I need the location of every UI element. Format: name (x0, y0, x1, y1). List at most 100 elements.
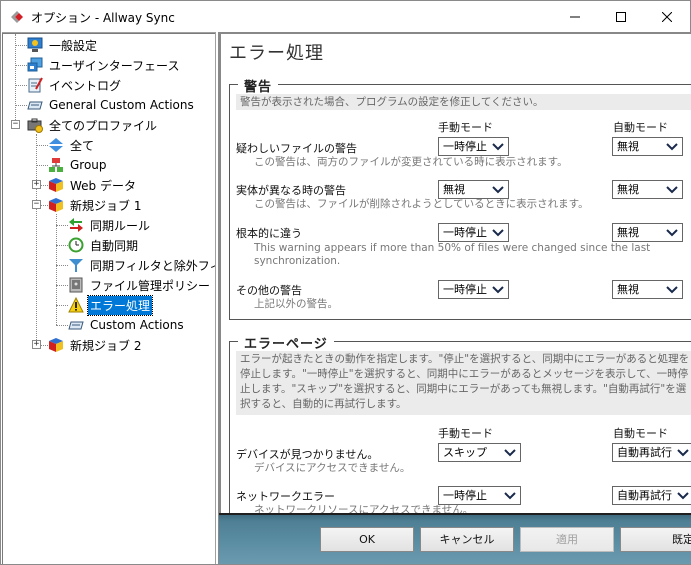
tree-item-sync-rules[interactable]: 同期ルール (68, 215, 152, 235)
suspicious-auto-dropdown[interactable]: 無視 (612, 137, 683, 156)
network-manual-dropdown[interactable]: 一時停止 (438, 486, 521, 505)
tree-item-all[interactable]: 全て (48, 135, 96, 155)
device-manual-dropdown[interactable]: スキップ (438, 443, 521, 462)
error-label-device-not-found: デバイスが見つかりません。 (236, 448, 379, 461)
settings-tree[interactable]: − + − + 一般設定 ユーザインターフェース イベントログ General … (2, 32, 216, 564)
dropdown-value: 一時停止 (443, 226, 487, 239)
tree-connector (36, 165, 48, 166)
tree-item-sync-filters[interactable]: 同期フィルタと除外フィルタ (68, 255, 215, 275)
allway-sync-logo-icon (9, 9, 25, 25)
safe-icon (68, 277, 84, 293)
warnings-group: 警告 警告が表示された場合、プログラムの設定を修正してください。 手動モード 自… (229, 76, 691, 320)
other-manual-dropdown[interactable]: 一時停止 (438, 280, 509, 299)
maximize-button[interactable] (598, 1, 644, 32)
close-button[interactable] (644, 1, 690, 32)
chevron-down-icon (492, 186, 504, 194)
cancel-button[interactable]: キャンセル (420, 527, 514, 552)
collapse-job1-toggle[interactable]: − (32, 200, 41, 209)
tree-item-new-job-1[interactable]: 新規ジョブ 1 (48, 195, 143, 215)
collapse-all-profiles-toggle[interactable]: − (11, 120, 20, 129)
tree-item-label: 全て (70, 138, 95, 153)
dialog-button-bar: OK キャンセル 適用 既定値 (219, 513, 691, 564)
page-title: エラー処理 (229, 43, 324, 64)
tree-item-file-management-policy[interactable]: ファイル管理ポリシー (68, 275, 212, 295)
error-sub-device-not-found: デバイスにアクセスできません。 (254, 462, 411, 474)
dropdown-value: 無視 (617, 283, 639, 296)
chevron-down-icon (666, 186, 678, 194)
errors-description: エラーが起きたときの動作を指定します。"停止"を選択すると、同期中にエラーがある… (236, 351, 691, 415)
tree-connector (56, 245, 68, 246)
chevron-down-icon (492, 143, 504, 151)
warning-sub-fundamental: This warning appears if more than 50% of… (254, 242, 651, 267)
warning-label-other: その他の警告 (236, 284, 302, 297)
expand-web-data-toggle[interactable]: + (32, 180, 41, 189)
title-bar: オプション - Allway Sync (1, 1, 690, 32)
tree-item-web-data[interactable]: Web データ (48, 175, 138, 195)
tree-item-custom-actions[interactable]: Custom Actions (68, 315, 186, 335)
chevron-down-icon (666, 229, 678, 237)
tree-item-error-handling[interactable]: エラー処理 (68, 294, 154, 316)
cube-icon (48, 177, 64, 193)
tree-item-general-custom-actions[interactable]: General Custom Actions (27, 95, 196, 115)
tree-connector (41, 185, 48, 186)
tree-item-all-profiles[interactable]: 全てのプロファイル (27, 115, 159, 135)
tree-item-label: イベントログ (49, 78, 122, 93)
tree-item-label: Custom Actions (90, 318, 184, 332)
dropdown-value: 一時停止 (443, 140, 487, 153)
minimize-button[interactable] (552, 1, 598, 32)
manual-mode-header: 手動モード (438, 121, 493, 134)
expand-job2-toggle[interactable]: + (32, 340, 41, 349)
tree-item-auto-sync[interactable]: 自動同期 (68, 235, 140, 255)
tree-item-event-log[interactable]: イベントログ (27, 75, 123, 95)
apply-button[interactable]: 適用 (520, 527, 614, 552)
other-auto-dropdown[interactable]: 無視 (612, 280, 683, 299)
chevron-down-icon (492, 286, 504, 294)
network-auto-dropdown[interactable]: 自動再試行 (612, 486, 691, 505)
tree-item-label: 同期ルール (90, 218, 151, 233)
tree-item-new-job-2[interactable]: 新規ジョブ 2 (48, 335, 143, 355)
log-book-icon (27, 77, 43, 93)
error-handling-page[interactable]: エラー処理 警告 警告が表示された場合、プログラムの設定を修正してください。 手… (219, 32, 691, 541)
different-manual-dropdown[interactable]: 無視 (438, 180, 509, 199)
warnings-legend: 警告 (238, 76, 279, 95)
errors-group: エラーページ エラーが起きたときの動作を指定します。"停止"を選択すると、同期中… (229, 333, 691, 541)
chevron-down-icon (666, 286, 678, 294)
tree-item-user-interface[interactable]: ユーザインターフェース (27, 55, 181, 75)
warning-icon (68, 296, 84, 313)
warning-sub-other: 上記以外の警告。 (254, 298, 338, 310)
tree-connector (56, 225, 68, 226)
tree-connector (36, 145, 48, 146)
cube-icon (48, 197, 64, 213)
ok-button[interactable]: OK (320, 527, 414, 552)
warning-label-fundamental: 根本的に違う (236, 227, 302, 240)
tree-item-label: 新規ジョブ 2 (70, 338, 142, 353)
tree-item-general-settings[interactable]: 一般設定 (27, 35, 99, 55)
tree-connector (15, 105, 27, 106)
tree-item-label: General Custom Actions (49, 98, 194, 112)
tree-connector (15, 34, 16, 122)
group-hierarchy-icon (48, 157, 64, 173)
tree-item-label: Web データ (70, 178, 136, 193)
different-auto-dropdown[interactable]: 無視 (612, 180, 683, 199)
tree-item-label: 全てのプロファイル (49, 118, 158, 133)
fundamental-manual-dropdown[interactable]: 一時停止 (438, 223, 509, 242)
error-label-network: ネットワークエラー (236, 490, 335, 503)
tree-item-label: 同期フィルタと除外フィルタ (90, 258, 215, 273)
defaults-button[interactable]: 既定値 (620, 527, 691, 552)
settings-panel: エラー処理 警告 警告が表示された場合、プログラムの設定を修正してください。 手… (218, 32, 691, 564)
dropdown-value: 無視 (617, 226, 639, 239)
up-down-arrows-icon (48, 137, 64, 153)
dropdown-value: 一時停止 (443, 283, 487, 296)
filter-funnel-icon (68, 257, 84, 273)
tree-connector (56, 305, 68, 306)
chevron-down-icon (504, 492, 516, 500)
tree-connector (41, 205, 48, 206)
dropdown-value: 無視 (443, 183, 465, 196)
fundamental-auto-dropdown[interactable]: 無視 (612, 223, 683, 242)
suspicious-manual-dropdown[interactable]: 一時停止 (438, 137, 509, 156)
auto-mode-header: 自動モード (613, 121, 668, 134)
tree-item-group[interactable]: Group (48, 155, 109, 175)
close-icon (662, 11, 672, 22)
tree-connector (15, 85, 27, 86)
device-auto-dropdown[interactable]: 自動再試行 (612, 443, 691, 462)
